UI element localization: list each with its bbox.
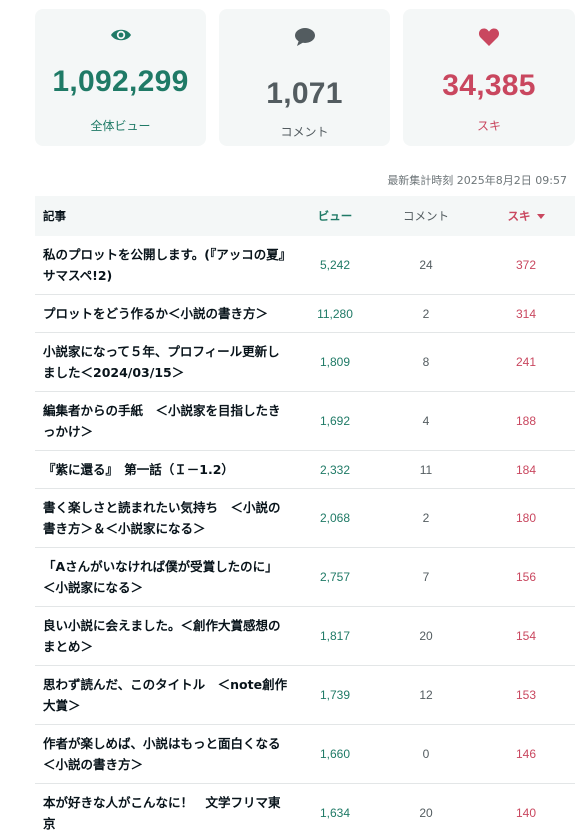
header-likes-label: スキ	[507, 209, 531, 223]
eye-icon	[35, 27, 206, 49]
article-title-link[interactable]: 良い小説に会えました。＜創作大賞感想のまとめ＞	[35, 615, 295, 657]
article-views: 1,739	[319, 688, 351, 702]
article-views: 1,809	[319, 355, 351, 369]
article-stats-table: 記事 ビュー コメント スキ 私のプロットを公開します。(『アッコの夏』サマスペ…	[35, 196, 575, 839]
article-title-link[interactable]: 『紫に還る』 第一話（Ｉ－1.2）	[35, 459, 295, 480]
table-header: 記事 ビュー コメント スキ	[35, 196, 575, 236]
article-likes: 154	[515, 629, 537, 643]
article-title-link[interactable]: 私のプロットを公開します。(『アッコの夏』サマスペ!2)	[35, 244, 295, 286]
article-comments: 20	[419, 629, 433, 643]
article-likes: 372	[515, 258, 537, 272]
article-comments: 20	[419, 806, 433, 820]
article-views: 2,068	[319, 511, 351, 525]
article-likes: 184	[515, 462, 537, 477]
article-views: 5,242	[319, 258, 351, 272]
article-comments: 2	[422, 511, 430, 525]
article-title-link[interactable]: プロットをどう作るか＜小説の書き方＞	[35, 303, 295, 324]
likes-total: 34,385	[442, 69, 536, 102]
table-row[interactable]: 良い小説に会えました。＜創作大賞感想のまとめ＞ 1,817 20 154	[35, 607, 575, 666]
article-likes: 314	[515, 306, 537, 321]
article-title-link[interactable]: 思わず読んだ、このタイトル ＜note創作大賞＞	[35, 674, 295, 716]
article-likes: 140	[515, 806, 537, 820]
article-comments: 0	[422, 747, 430, 761]
views-label: 全体ビュー	[90, 119, 151, 133]
article-comments: 4	[422, 414, 430, 428]
table-row[interactable]: 思わず読んだ、このタイトル ＜note創作大賞＞ 1,739 12 153	[35, 666, 575, 725]
table-row[interactable]: 作者が楽しめば、小説はもっと面白くなる ＜小説の書き方＞ 1,660 0 146	[35, 725, 575, 784]
article-likes: 180	[515, 511, 537, 525]
article-likes: 241	[515, 355, 537, 369]
article-comments: 7	[422, 570, 430, 584]
article-views: 1,817	[319, 629, 351, 643]
article-title-link[interactable]: 編集者からの手紙 ＜小説家を目指したきっかけ＞	[35, 400, 295, 442]
article-title-link[interactable]: 小説家になって５年、プロフィール更新しました＜2024/03/15＞	[35, 341, 295, 383]
table-row[interactable]: 書く楽しさと読まれたい気持ち ＜小説の書き方＞＆＜小説家になる＞ 2,068 2…	[35, 489, 575, 548]
article-title-link[interactable]: 本が好きな人がこんなに！ 文学フリマ東京	[35, 792, 295, 834]
comment-icon	[219, 27, 390, 49]
article-comments: 2	[422, 306, 430, 321]
article-views: 1,660	[319, 747, 351, 761]
header-title: 記事	[43, 209, 66, 223]
article-title-link[interactable]: 作者が楽しめば、小説はもっと面白くなる ＜小説の書き方＞	[35, 733, 295, 775]
article-likes: 188	[515, 414, 537, 428]
article-likes: 156	[515, 570, 537, 584]
sort-desc-icon	[536, 214, 545, 219]
article-title-link[interactable]: 書く楽しさと読まれたい気持ち ＜小説の書き方＞＆＜小説家になる＞	[35, 497, 295, 539]
last-updated: 最新集計時刻 2025年8月2日 09:57	[387, 174, 567, 187]
article-views: 1,692	[319, 414, 351, 428]
article-title-link[interactable]: 「Aさんがいなければ僕が受賞したのに」＜小説家になる＞	[35, 556, 295, 598]
article-views: 11,280	[317, 306, 353, 321]
table-row[interactable]: 「Aさんがいなければ僕が受賞したのに」＜小説家になる＞ 2,757 7 156	[35, 548, 575, 607]
heart-icon	[403, 27, 575, 49]
table-row[interactable]: 『紫に還る』 第一話（Ｉ－1.2） 2,332 11 184	[35, 451, 575, 489]
table-row[interactable]: 本が好きな人がこんなに！ 文学フリマ東京 1,634 20 140	[35, 784, 575, 839]
header-views-sort[interactable]: ビュー	[295, 208, 375, 224]
comments-card: 1,071 コメント	[219, 9, 390, 146]
likes-card: 34,385 スキ	[403, 9, 575, 146]
likes-label: スキ	[476, 119, 501, 133]
article-views: 2,757	[319, 570, 351, 584]
article-comments: 8	[422, 355, 430, 369]
table-row[interactable]: 私のプロットを公開します。(『アッコの夏』サマスペ!2) 5,242 24 37…	[35, 236, 575, 295]
article-likes: 146	[515, 747, 537, 761]
table-row[interactable]: 編集者からの手紙 ＜小説家を目指したきっかけ＞ 1,692 4 188	[35, 392, 575, 451]
article-comments: 12	[419, 688, 433, 702]
header-likes-sort[interactable]: スキ	[477, 208, 575, 224]
article-comments: 11	[419, 462, 433, 477]
comments-total: 1,071	[266, 77, 343, 110]
summary-cards: 1,092,299 全体ビュー 1,071 コメント 34,385 スキ	[35, 9, 575, 146]
views-card: 1,092,299 全体ビュー	[35, 9, 206, 146]
table-row[interactable]: プロットをどう作るか＜小説の書き方＞ 11,280 2 314	[35, 295, 575, 333]
article-views: 2,332	[319, 462, 351, 477]
article-likes: 153	[515, 688, 537, 702]
header-comments-sort[interactable]: コメント	[375, 208, 477, 224]
table-row[interactable]: 小説家になって５年、プロフィール更新しました＜2024/03/15＞ 1,809…	[35, 333, 575, 392]
article-views: 1,634	[319, 806, 351, 820]
article-comments: 24	[419, 258, 433, 272]
views-total: 1,092,299	[52, 65, 189, 98]
comments-label: コメント	[280, 125, 329, 139]
